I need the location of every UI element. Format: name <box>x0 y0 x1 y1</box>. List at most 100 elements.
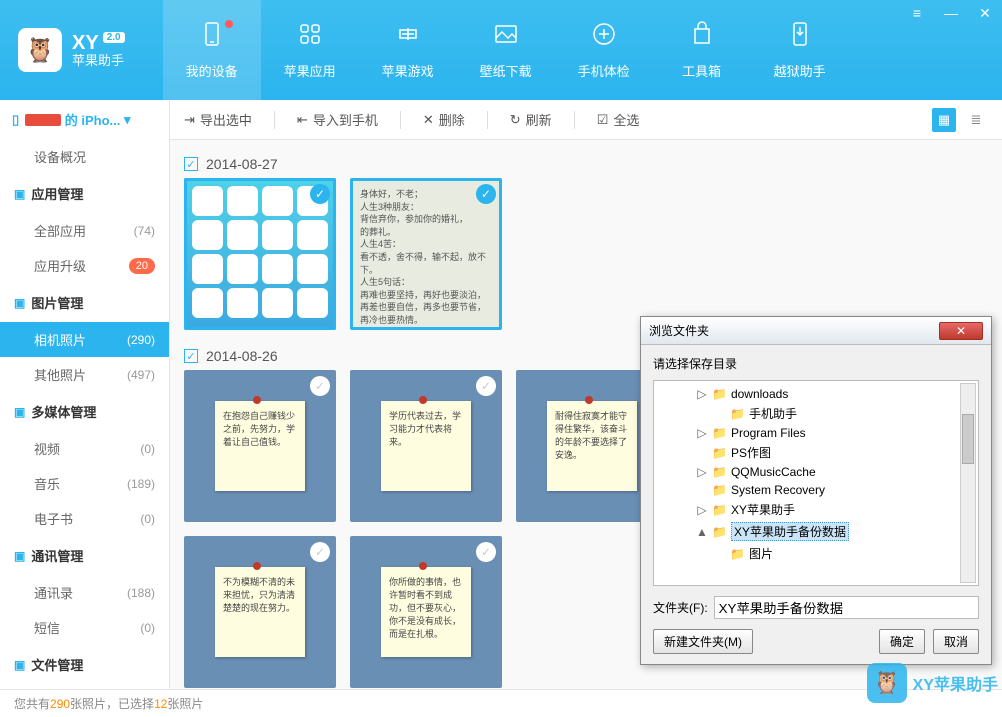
sidebar-item[interactable]: 文件系统 <box>0 684 169 689</box>
sidebar-item[interactable]: 全部应用(74) <box>0 213 169 248</box>
dialog-close-button[interactable]: ✕ <box>939 322 983 340</box>
notification-dot-icon <box>225 20 233 28</box>
thumb-checkbox-icon[interactable]: ✓ <box>476 542 496 562</box>
watermark: 🦉 XY苹果助手 <box>867 663 998 703</box>
nav-label: 手机体检 <box>578 61 630 80</box>
bag-icon <box>688 20 716 55</box>
export-icon: ⇥ <box>184 112 195 128</box>
nav-grid[interactable]: 苹果应用 <box>261 0 359 100</box>
folder-icon: 📁 <box>712 483 727 497</box>
nav-label: 苹果应用 <box>284 61 336 80</box>
nav-phone[interactable]: 我的设备 <box>163 0 261 100</box>
total-count: 290 <box>50 697 70 711</box>
dialog-title: 浏览文件夹 <box>649 322 709 339</box>
cancel-button[interactable]: 取消 <box>933 629 979 654</box>
photo-thumbnail[interactable]: 身体好，不老；人生3种朋友：背信弃你，参加你的婚礼，的葬礼。人生4苦：看不透，舍… <box>350 178 502 330</box>
expand-icon[interactable]: ▷ <box>696 387 708 401</box>
apps-icon: ▣ <box>14 187 25 201</box>
nav-gamepad[interactable]: 苹果游戏 <box>359 0 457 100</box>
close-button[interactable]: ✕ <box>976 4 994 22</box>
tree-node[interactable]: ▷📁QQMusicCache <box>658 463 974 481</box>
sidebar-item[interactable]: 通讯录(188) <box>0 575 169 610</box>
tree-node[interactable]: ▷📁downloads <box>658 385 974 403</box>
tree-node[interactable]: ▲📁XY苹果助手备份数据 <box>658 520 974 543</box>
photo-thumbnail[interactable]: ✓ <box>184 178 336 330</box>
thumb-checkbox-icon[interactable]: ✓ <box>476 376 496 396</box>
sidebar-group-contacts[interactable]: ▣通讯管理 <box>0 536 169 575</box>
date-label: 2014-08-27 <box>206 156 278 172</box>
sidebar-overview[interactable]: 设备概况 <box>0 139 169 174</box>
folder-icon: 📁 <box>730 547 745 561</box>
nav-plus-circle[interactable]: 手机体检 <box>555 0 653 100</box>
sidebar-item[interactable]: 视频(0) <box>0 431 169 466</box>
thumb-checkbox-icon[interactable]: ✓ <box>310 184 330 204</box>
header: 🦉 XY2.0 苹果助手 我的设备 苹果应用 苹果游戏壁纸下载手机体检 工具箱越狱助手… <box>0 0 1002 100</box>
photo-thumbnail[interactable]: 不为模糊不清的未来担忧，只为清清楚楚的现在努力。✓ <box>184 536 336 688</box>
device-selector[interactable]: ▯ 的 iPho... ▾ <box>0 100 169 139</box>
expand-icon[interactable]: ▷ <box>696 503 708 517</box>
sidebar-group-apps[interactable]: ▣应用管理 <box>0 174 169 213</box>
device-redacted-icon <box>25 114 61 126</box>
delete-button[interactable]: ✕删除 <box>423 110 465 129</box>
folder-icon: 📁 <box>712 426 727 440</box>
photo-thumbnail[interactable]: 你所做的事情，也许暂时看不到成功，但不要灰心，你不是没有成长，而是在扎根。✓ <box>350 536 502 688</box>
checkbox-icon: ☑ <box>597 112 609 128</box>
list-view-button[interactable]: ≣ <box>964 108 988 132</box>
tree-node[interactable]: 📁System Recovery <box>658 481 974 499</box>
group-checkbox-icon[interactable]: ✓ <box>184 157 198 171</box>
sidebar-group-media[interactable]: ▣多媒体管理 <box>0 392 169 431</box>
phone-arrow-icon <box>786 20 814 55</box>
sidebar: ▯ 的 iPho... ▾ 设备概况 ▣应用管理全部应用(74)应用升级20▣图… <box>0 100 170 689</box>
nav-image[interactable]: 壁纸下载 <box>457 0 555 100</box>
nav-label: 我的设备 <box>186 61 238 80</box>
sidebar-item[interactable]: 电子书(0) <box>0 501 169 536</box>
tree-node[interactable]: 📁手机助手 <box>658 403 974 424</box>
group-checkbox-icon[interactable]: ✓ <box>184 349 198 363</box>
sidebar-item[interactable]: 其他照片(497) <box>0 357 169 392</box>
tree-node[interactable]: 📁图片 <box>658 543 974 564</box>
sidebar-item[interactable]: 短信(0) <box>0 610 169 645</box>
export-button[interactable]: ⇥导出选中 <box>184 110 252 129</box>
expand-icon[interactable]: ▷ <box>696 426 708 440</box>
logo-area: 🦉 XY2.0 苹果助手 <box>0 28 143 72</box>
tree-node[interactable]: ▷📁XY苹果助手 <box>658 499 974 520</box>
gamepad-icon <box>394 20 422 55</box>
nav-bag[interactable]: 工具箱 <box>653 0 751 100</box>
sidebar-group-image[interactable]: ▣图片管理 <box>0 283 169 322</box>
app-name: XY <box>72 32 99 54</box>
expand-icon[interactable]: ▲ <box>696 525 708 539</box>
scrollbar-thumb[interactable] <box>962 414 974 464</box>
thumb-checkbox-icon[interactable]: ✓ <box>310 376 330 396</box>
settings-button[interactable]: ≡ <box>908 4 926 22</box>
scrollbar[interactable] <box>960 383 976 583</box>
new-folder-button[interactable]: 新建文件夹(M) <box>653 629 753 654</box>
nav-phone-arrow[interactable]: 越狱助手 <box>751 0 849 100</box>
tree-node[interactable]: 📁PS作图 <box>658 442 974 463</box>
tree-node[interactable]: ▷📁Program Files <box>658 424 974 442</box>
thumb-checkbox-icon[interactable]: ✓ <box>476 184 496 204</box>
selectall-button[interactable]: ☑全选 <box>597 110 640 129</box>
sidebar-item[interactable]: 音乐(189) <box>0 466 169 501</box>
refresh-button[interactable]: ↻刷新 <box>510 110 552 129</box>
expand-icon[interactable]: ▷ <box>696 465 708 479</box>
image-icon: ▣ <box>14 296 25 310</box>
sidebar-group-files[interactable]: ▣文件管理 <box>0 645 169 684</box>
grid-view-button[interactable]: ▦ <box>932 108 956 132</box>
path-input[interactable] <box>714 596 979 619</box>
folder-tree[interactable]: ▷📁downloads📁手机助手▷📁Program Files📁PS作图▷📁QQ… <box>653 380 979 586</box>
photo-thumbnail[interactable]: 在抱怨自己赚钱少之前，先努力，学着让自己值钱。✓ <box>184 370 336 522</box>
import-button[interactable]: ⇤导入到手机 <box>297 110 378 129</box>
phone-icon <box>198 20 226 55</box>
refresh-icon: ↻ <box>510 112 521 128</box>
device-name: 的 iPho... <box>65 110 121 129</box>
delete-icon: ✕ <box>423 112 434 128</box>
sidebar-item[interactable]: 应用升级20 <box>0 248 169 283</box>
logo-icon: 🦉 <box>18 28 62 72</box>
minimize-button[interactable]: — <box>942 4 960 22</box>
dialog-titlebar[interactable]: 浏览文件夹 ✕ <box>641 317 991 345</box>
ok-button[interactable]: 确定 <box>879 629 925 654</box>
date-header[interactable]: ✓ 2014-08-27 <box>184 150 988 178</box>
sidebar-item[interactable]: 相机照片(290) <box>0 322 169 357</box>
photo-thumbnail[interactable]: 学历代表过去，学习能力才代表将来。✓ <box>350 370 502 522</box>
thumb-checkbox-icon[interactable]: ✓ <box>310 542 330 562</box>
